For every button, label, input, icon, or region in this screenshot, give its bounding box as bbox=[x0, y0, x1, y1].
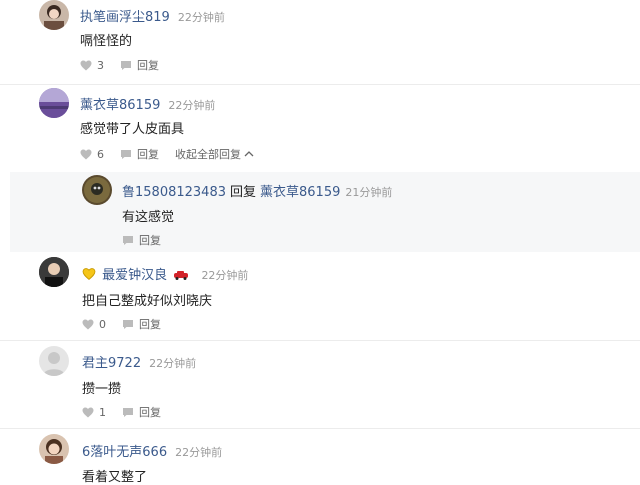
avatar[interactable] bbox=[39, 0, 69, 30]
comment-actions: 6 回复 收起全部回复 bbox=[80, 146, 275, 162]
divider bbox=[0, 340, 640, 341]
username[interactable]: 最爱钟汉良 22分钟前 bbox=[82, 264, 248, 283]
chevron-up-icon bbox=[244, 151, 254, 157]
comment-text: 感觉带了人皮面具 bbox=[80, 122, 185, 137]
username[interactable]: 薰衣草86159 22分钟前 bbox=[80, 94, 215, 113]
reply-word: 回复 bbox=[229, 185, 256, 200]
avatar[interactable] bbox=[39, 257, 69, 287]
collapse-label: 收起全部回复 bbox=[175, 148, 241, 161]
avatar[interactable] bbox=[39, 434, 69, 464]
avatar[interactable] bbox=[39, 346, 69, 376]
comment-time: 22分钟前 bbox=[168, 99, 216, 112]
like-button[interactable]: 6 bbox=[80, 148, 104, 161]
comment-icon bbox=[121, 149, 131, 159]
comment-icon bbox=[123, 407, 133, 417]
avatar[interactable] bbox=[82, 175, 112, 205]
comment-time: 21分钟前 bbox=[345, 186, 393, 199]
like-count: 0 bbox=[99, 317, 106, 331]
reply-label: 回复 bbox=[139, 234, 161, 247]
username[interactable]: 君主9722 22分钟前 bbox=[82, 352, 196, 371]
comment-icon bbox=[121, 60, 131, 70]
heart-icon bbox=[80, 149, 92, 159]
comment-actions: 0 回复 bbox=[82, 316, 177, 332]
like-button[interactable]: 0 bbox=[82, 318, 106, 331]
reply-button[interactable]: 回复 bbox=[122, 232, 161, 248]
comment-icon bbox=[123, 319, 133, 329]
comment-time: 22分钟前 bbox=[175, 446, 223, 459]
divider bbox=[0, 428, 640, 429]
comment-actions: 回复 bbox=[122, 232, 177, 248]
like-count: 3 bbox=[97, 58, 104, 72]
reply-button[interactable]: 回复 bbox=[122, 316, 161, 332]
comment-text: 嗝怪怪的 bbox=[80, 34, 133, 49]
username[interactable]: 6落叶无声666 22分钟前 bbox=[82, 441, 222, 460]
like-button[interactable]: 3 bbox=[80, 59, 104, 72]
reply-label: 回复 bbox=[137, 59, 159, 72]
comment-icon bbox=[123, 235, 133, 245]
username[interactable]: 鲁15808123483 bbox=[122, 185, 226, 200]
reply-button[interactable]: 回复 bbox=[122, 404, 161, 420]
heart-icon bbox=[82, 319, 94, 329]
comment-text: 看着又整了 bbox=[82, 470, 148, 485]
avatar[interactable] bbox=[39, 88, 69, 118]
comment-text: 攒一攒 bbox=[82, 382, 122, 397]
comment-actions: 1 回复 bbox=[82, 404, 177, 420]
comment-text: 把自己整成好似刘晓庆 bbox=[82, 294, 213, 309]
reply-to-username[interactable]: 薰衣草86159 bbox=[260, 185, 340, 200]
reply-label: 回复 bbox=[139, 406, 161, 419]
reply-button[interactable]: 回复 bbox=[120, 57, 159, 73]
comment-actions: 3 回复 bbox=[80, 57, 175, 73]
collapse-replies-button[interactable]: 收起全部回复 bbox=[175, 146, 259, 162]
reply-button[interactable]: 回复 bbox=[120, 146, 159, 162]
heart-icon bbox=[80, 60, 92, 70]
like-count: 1 bbox=[99, 405, 106, 419]
comment-time: 22分钟前 bbox=[149, 357, 197, 370]
comment-text: 有这感觉 bbox=[122, 210, 175, 225]
reply-header: 鲁15808123483 回复 薰衣草86159 21分钟前 bbox=[122, 181, 392, 200]
car-icon bbox=[174, 271, 189, 280]
divider bbox=[0, 84, 640, 85]
username[interactable]: 执笔画浮尘819 22分钟前 bbox=[80, 6, 225, 25]
like-count: 6 bbox=[97, 147, 104, 161]
like-button[interactable]: 1 bbox=[82, 406, 106, 419]
comment-time: 22分钟前 bbox=[201, 269, 249, 282]
comment-time: 22分钟前 bbox=[177, 11, 225, 24]
reply-label: 回复 bbox=[137, 148, 159, 161]
heart-icon bbox=[82, 407, 94, 417]
reply-label: 回复 bbox=[139, 318, 161, 331]
heart-badge-icon bbox=[82, 268, 96, 280]
